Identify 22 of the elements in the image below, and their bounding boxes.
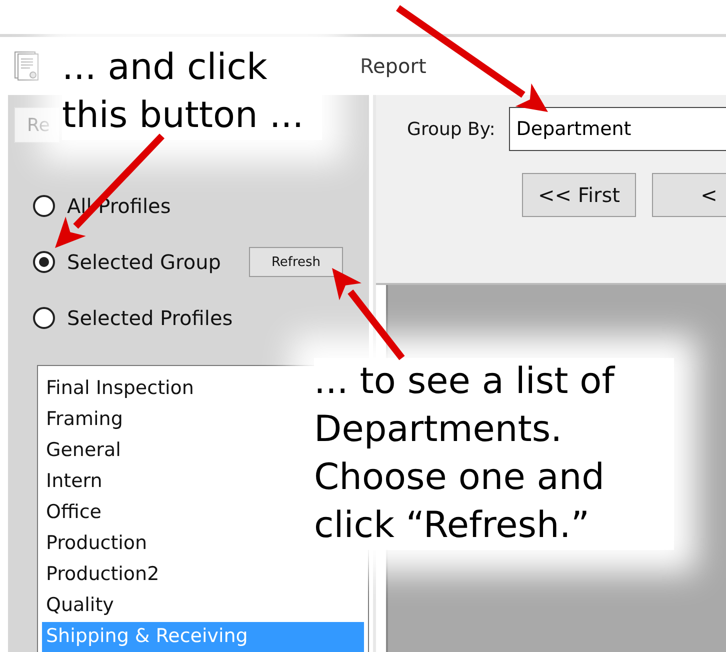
nav-button[interactable]: < bbox=[652, 173, 726, 217]
callout-text: ... and click this button ... bbox=[62, 46, 305, 138]
list-item[interactable]: General bbox=[42, 436, 121, 467]
refresh-button[interactable]: Refresh bbox=[249, 247, 343, 277]
group-by-field[interactable]: Department bbox=[509, 107, 726, 151]
list-item[interactable]: Framing bbox=[42, 405, 123, 436]
field-label: Group By: bbox=[407, 118, 496, 140]
radio-label: Selected Group bbox=[67, 250, 222, 274]
list-item[interactable]: Production bbox=[42, 529, 148, 560]
list-item[interactable]: Production2 bbox=[42, 560, 160, 591]
list-item[interactable]: Office bbox=[42, 498, 102, 529]
list-item[interactable]: Quality bbox=[42, 591, 114, 622]
radio-button[interactable] bbox=[33, 195, 55, 217]
document-icon bbox=[14, 51, 40, 81]
callout-text: ... to see a list of Departments. Choose one and click “Refresh.” bbox=[314, 360, 616, 548]
radio-button[interactable] bbox=[33, 307, 55, 329]
radio-label: Selected Profiles bbox=[67, 306, 234, 330]
radio-button[interactable] bbox=[33, 251, 55, 273]
window-title: Report bbox=[360, 54, 426, 78]
nav-button[interactable]: << First bbox=[522, 173, 636, 217]
list-item[interactable]: Final Inspection bbox=[42, 374, 194, 405]
list-item[interactable]: Intern bbox=[42, 467, 102, 498]
